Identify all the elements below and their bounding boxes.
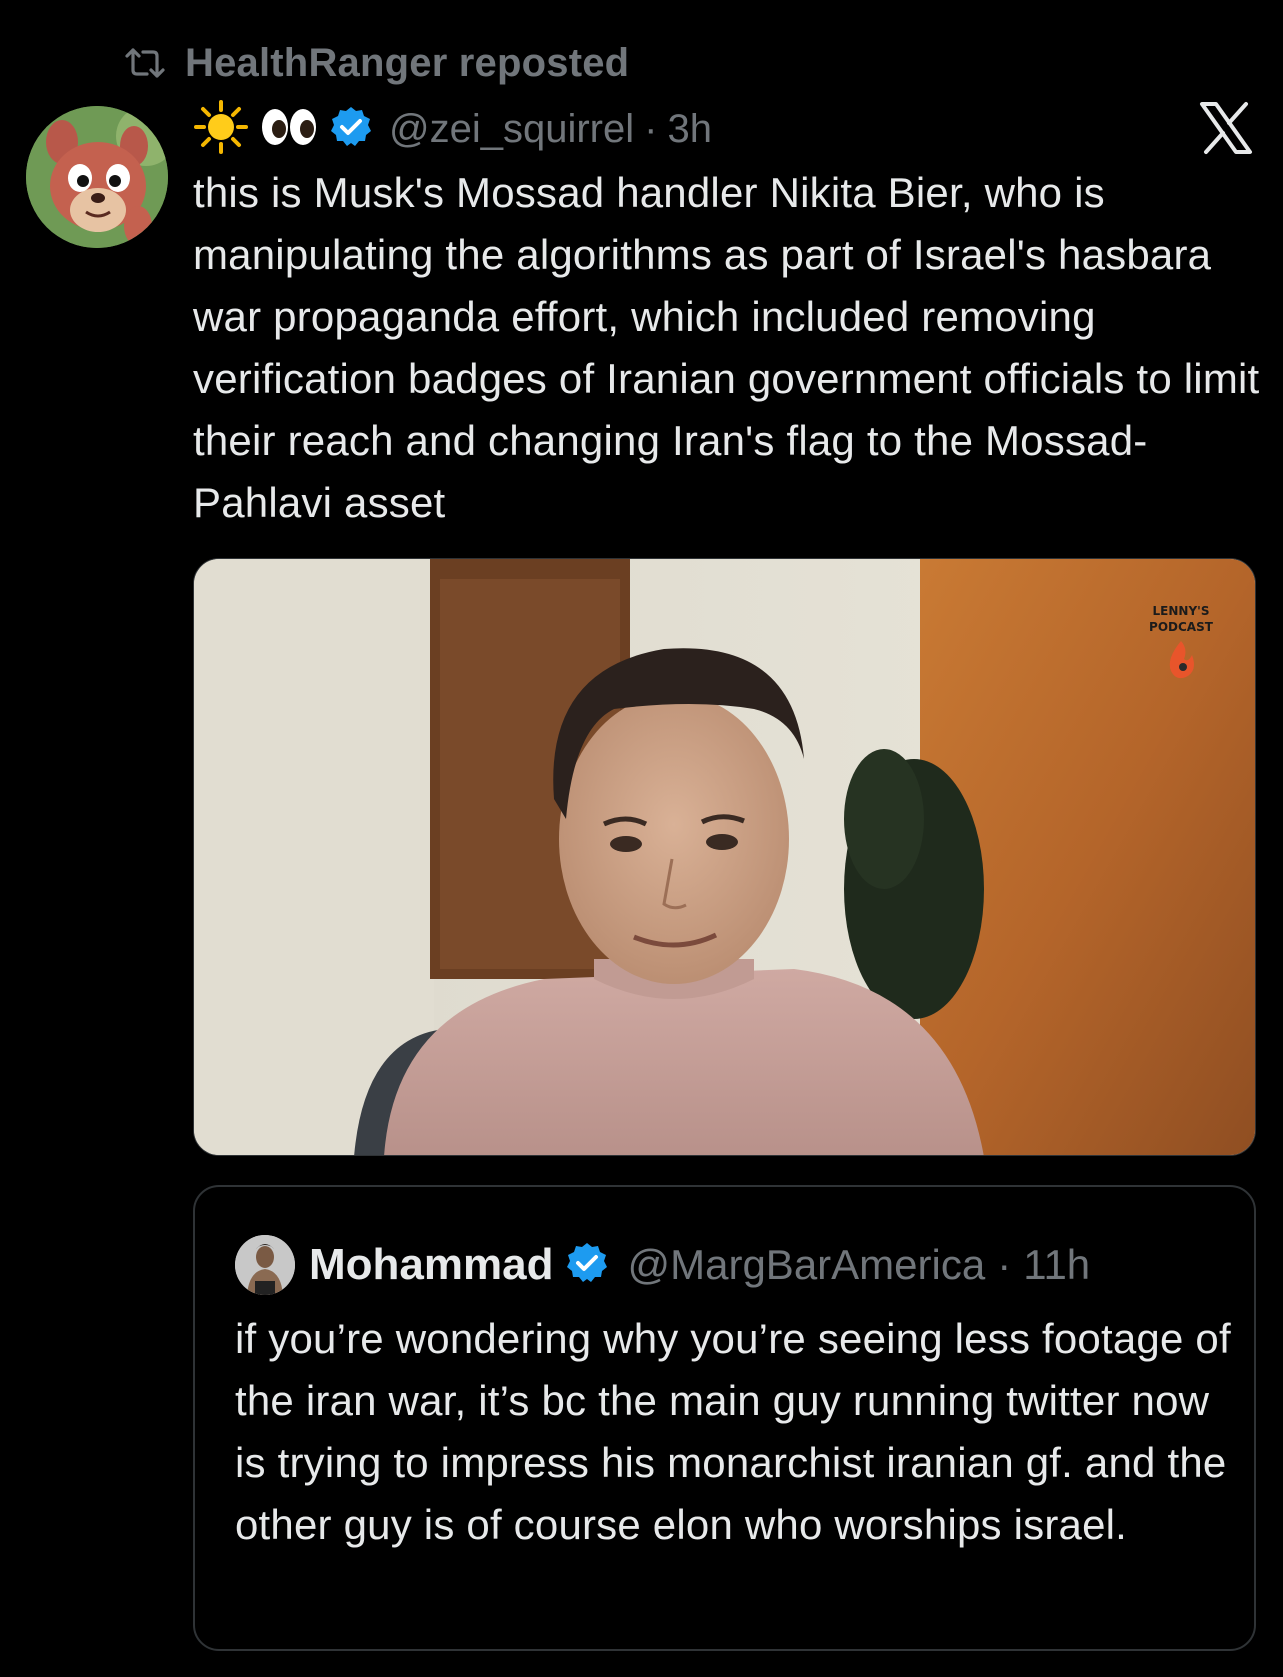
quoted-post-header: Mohammad @MargBarAmerica · 11h [235,1235,1090,1295]
eyes-emoji-icon [259,105,319,154]
quoted-author-avatar[interactable] [235,1235,295,1295]
repost-indicator[interactable]: HealthRanger reposted [123,38,629,88]
watermark-top: LENNY'S [1153,604,1210,618]
verified-badge-icon [329,105,373,154]
verified-badge-icon [565,1241,609,1290]
author-avatar[interactable] [26,106,168,248]
post-header: @zei_squirrel · 3h [193,99,712,155]
meta-separator: · [644,106,658,151]
x-logo-icon [1198,100,1254,156]
quoted-author-name[interactable]: Mohammad [309,1240,553,1290]
post-media[interactable]: LENNY'S PODCAST [193,558,1256,1156]
repost-icon [123,45,167,81]
watermark-bottom: PODCAST [1149,620,1214,634]
quoted-post-timestamp[interactable]: 11h [1023,1241,1090,1289]
author-handle[interactable]: @zei_squirrel [389,107,634,152]
sun-emoji-icon [193,99,249,160]
quoted-post[interactable]: Mohammad @MargBarAmerica · 11h if you’re… [193,1185,1256,1651]
repost-label: HealthRanger reposted [185,40,630,85]
quoted-post-text: if you’re wondering why you’re seeing le… [235,1315,1231,1548]
author-name[interactable] [193,99,319,160]
post-text: this is Musk's Mossad handler Nikita Bie… [193,169,1260,526]
quoted-author-handle[interactable]: @MargBarAmerica [627,1241,985,1289]
quoted-meta-separator: · [997,1241,1012,1288]
post-timestamp[interactable]: 3h [667,107,712,152]
